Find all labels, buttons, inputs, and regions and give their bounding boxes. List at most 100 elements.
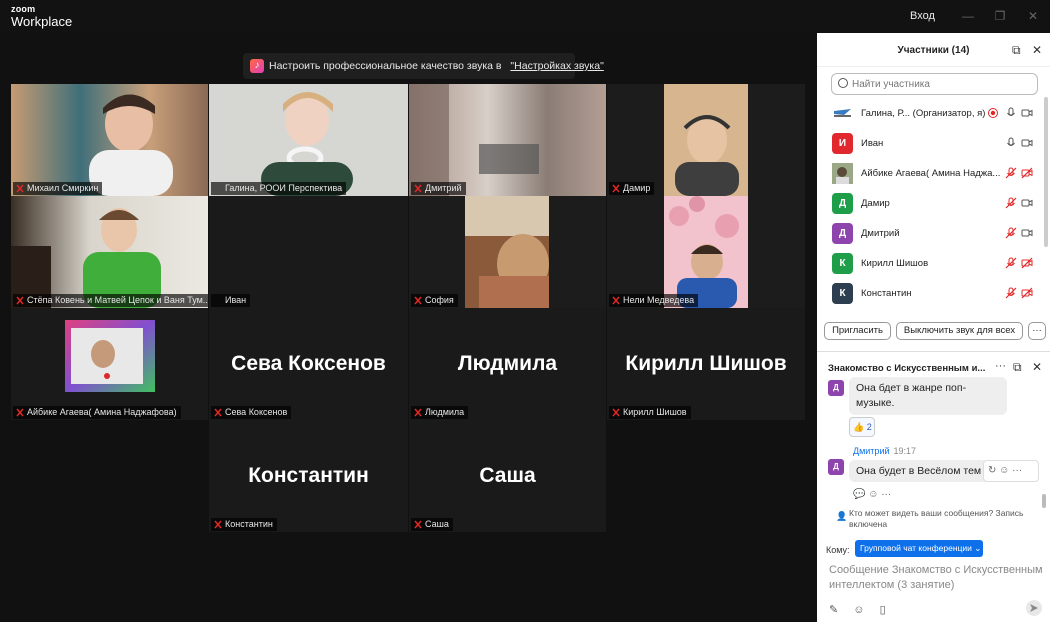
video-tile-kirill[interactable]: Кирилл Шишов Кирилл Шишов — [607, 308, 805, 420]
mic-muted-icon — [214, 408, 222, 417]
avatar: Д — [828, 380, 844, 396]
video-tile-sasha[interactable]: Саша Саша — [409, 420, 606, 532]
mic-muted-icon[interactable] — [1005, 257, 1017, 269]
tile-name: София — [411, 294, 458, 307]
avatar: К — [832, 283, 853, 304]
format-icon[interactable]: ✎ — [829, 604, 838, 616]
tile-display-name: Саша — [479, 464, 536, 487]
title-bar: zoom Workplace Вход — ❐ ✕ — [0, 0, 1050, 33]
mic-muted-icon — [414, 296, 422, 305]
tile-name: Иван — [211, 294, 251, 307]
participant-row[interactable]: К Константин — [817, 279, 1042, 309]
audio-settings-banner[interactable]: ♪ Настроить профессиональное качество зв… — [243, 53, 604, 79]
photo-thumbnail — [832, 163, 853, 184]
mic-icon[interactable] — [1005, 107, 1017, 119]
file-icon[interactable]: ▯ — [880, 604, 886, 616]
video-frame — [664, 84, 748, 196]
video-tile-sofia[interactable]: София — [409, 196, 606, 308]
message-reply-icons[interactable]: 💬 ☺ ··· — [853, 489, 891, 500]
tile-name: Дмитрий — [411, 182, 466, 195]
tile-name: Стёпа Ковень и Матвей Цепок и Ваня Тум..… — [13, 294, 208, 307]
audio-settings-link[interactable]: "Настройках звука" — [510, 60, 603, 72]
participant-row[interactable]: К Кирилл Шишов — [817, 249, 1042, 279]
video-tile-seva[interactable]: Сева Коксенов Сева Коксенов — [209, 308, 408, 420]
participants-more-button[interactable]: ··· — [1028, 322, 1046, 340]
video-tile-stepa[interactable]: Стёпа Ковень и Матвей Цепок и Ваня Тум..… — [11, 196, 208, 308]
mic-muted-icon[interactable] — [1005, 197, 1017, 209]
chat-title: Знакомство с Искусственным и... — [828, 363, 986, 374]
tile-name: Нели Медведева — [609, 294, 699, 307]
chat-scrollbar[interactable] — [1042, 494, 1046, 508]
video-tile-mikhail[interactable]: Михаил Смиркин — [11, 84, 208, 196]
tile-name: Людмила — [411, 406, 469, 419]
participant-name: Дамир — [861, 198, 890, 209]
video-tile-konstantin[interactable]: Константин Константин — [209, 420, 408, 532]
popout-chat-icon[interactable]: ⧉ — [1013, 360, 1022, 375]
participant-name: Кирилл Шишов — [861, 258, 929, 269]
mic-muted-icon — [214, 520, 222, 529]
participant-row[interactable]: Айбике Агаева( Амина Наджа... — [817, 159, 1042, 189]
video-off-icon[interactable] — [1021, 287, 1033, 299]
more-icon[interactable]: ··· — [995, 360, 1006, 372]
video-camera-icon[interactable] — [1021, 227, 1033, 239]
who-can-see-notice[interactable]: Кто может видеть ваши сообщения? Запись … — [849, 508, 1039, 530]
close-icon[interactable]: ✕ — [1025, 8, 1041, 24]
video-tile-neli[interactable]: Нели Медведева — [607, 196, 805, 308]
video-tile-damir[interactable]: Дамир — [607, 84, 805, 196]
tile-name: Сева Коксенов — [211, 406, 292, 419]
participant-name: Иван — [861, 138, 884, 149]
popout-icon[interactable]: ⧉ — [1012, 43, 1021, 58]
minimize-icon[interactable]: — — [960, 8, 976, 24]
participant-search-input[interactable]: Найти участника — [831, 73, 1038, 95]
video-tile-ludmila[interactable]: Людмила Людмила — [409, 308, 606, 420]
avatar: Д — [828, 459, 844, 475]
participant-row[interactable]: Д Дамир — [817, 189, 1042, 219]
tile-name: Саша — [411, 518, 453, 531]
chat-message-input[interactable]: Сообщение Знакомство с Искусственным инт… — [829, 563, 1044, 593]
logo-small: zoom — [11, 4, 36, 14]
send-button[interactable] — [1026, 600, 1042, 616]
video-camera-icon[interactable] — [1021, 197, 1033, 209]
tile-name: Айбике Агаева( Амина Наджафова) — [13, 406, 181, 419]
video-frame — [465, 196, 549, 308]
chat-message: Она бдет в жанре поп-музыке. — [849, 377, 1007, 415]
send-icon — [1030, 604, 1038, 612]
video-off-icon[interactable] — [1021, 167, 1033, 179]
participants-scrollbar[interactable] — [1044, 97, 1048, 247]
emoji-icon[interactable]: ☺ — [853, 604, 864, 616]
video-camera-icon[interactable] — [1021, 107, 1033, 119]
mic-muted-icon[interactable] — [1005, 167, 1017, 179]
video-frame — [65, 320, 155, 392]
video-tile-ivan[interactable]: Иван — [209, 196, 408, 308]
participant-name: Галина, Р... (Организатор, я) — [861, 108, 986, 119]
mute-all-button[interactable]: Выключить звук для всех — [896, 322, 1023, 340]
mic-muted-icon — [612, 296, 620, 305]
message-actions[interactable]: ↻ ☺ ··· — [983, 460, 1039, 482]
signin-link[interactable]: Вход — [910, 10, 935, 22]
video-tile-aibike[interactable]: Айбике Агаева( Амина Наджафова) — [11, 308, 208, 420]
video-tile-dmitry[interactable]: Дмитрий — [409, 84, 606, 196]
tile-name: Михаил Смиркин — [13, 182, 103, 195]
restore-icon[interactable]: ❐ — [992, 8, 1008, 24]
banner-text: Настроить профессиональное качество звук… — [269, 60, 502, 72]
mic-muted-icon — [414, 520, 422, 529]
participant-row[interactable]: И Иван — [817, 129, 1042, 159]
close-panel-icon[interactable]: ✕ — [1032, 43, 1042, 57]
recording-icon — [988, 108, 998, 118]
video-off-icon[interactable] — [1021, 257, 1033, 269]
participant-name: Дмитрий — [861, 228, 900, 239]
tile-display-name: Кирилл Шишов — [625, 352, 787, 375]
mic-icon[interactable] — [1005, 137, 1017, 149]
invite-button[interactable]: Пригласить — [824, 322, 891, 340]
mic-muted-icon[interactable] — [1005, 287, 1017, 299]
participant-row[interactable]: Галина, Р... (Организатор, я) — [817, 99, 1042, 129]
zoom-window: zoom Workplace Вход — ❐ ✕ ♪ Настроить пр… — [0, 0, 1050, 622]
video-tile-galina[interactable]: Галина, РООИ Перспектива — [209, 84, 408, 196]
mic-muted-icon[interactable] — [1005, 227, 1017, 239]
close-chat-icon[interactable]: ✕ — [1032, 360, 1042, 374]
reaction-badge[interactable]: 👍 2 — [849, 417, 875, 437]
video-frame — [209, 84, 408, 196]
participant-row[interactable]: Д Дмитрий — [817, 219, 1042, 249]
recipient-select[interactable]: Групповой чат конференции ⌄ — [855, 540, 983, 557]
video-camera-icon[interactable] — [1021, 137, 1033, 149]
